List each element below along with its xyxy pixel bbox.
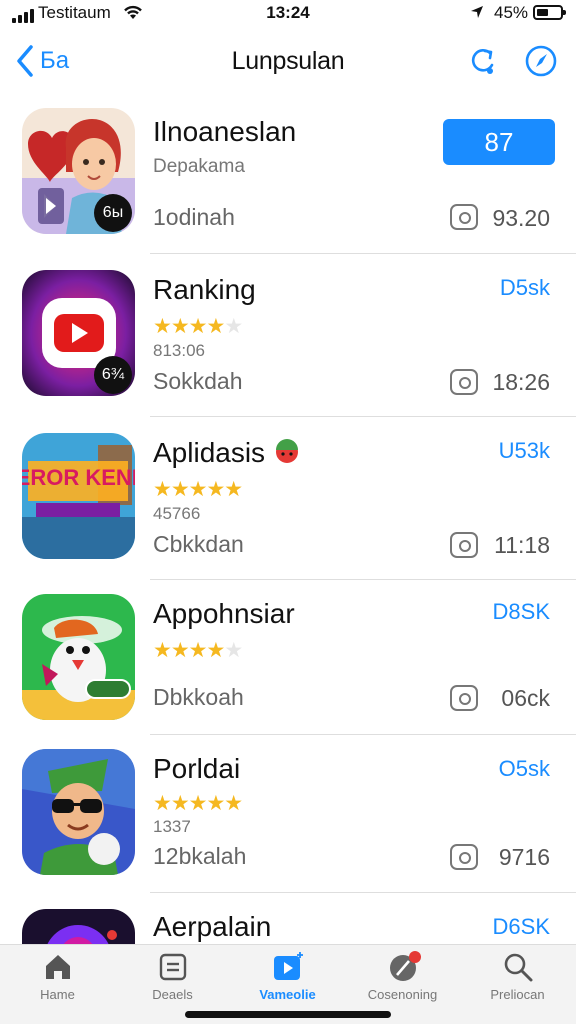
- tab-bar: Hame Deaels Vameolie Cosenoning Prelioca…: [0, 944, 576, 1024]
- app-meta: Sokkdah: [153, 368, 243, 394]
- app-size: 11:18: [494, 532, 550, 558]
- battery-icon: [533, 5, 566, 20]
- tab-videos[interactable]: Vameolie: [230, 951, 345, 1002]
- tab-label: Deaels: [152, 987, 193, 1002]
- app-title: Appohnsiar: [153, 598, 295, 629]
- navigation-bar: Ба Lunpsulan: [0, 30, 576, 94]
- star-rating: ★★★★★: [153, 315, 243, 338]
- home-icon: [45, 955, 70, 979]
- star-rating: ★★★★★: [153, 639, 243, 662]
- app-size: 93.20: [492, 205, 550, 231]
- review-count: 813:06: [153, 341, 205, 360]
- get-link[interactable]: U53k: [499, 438, 550, 464]
- game-banner-icon: FEROR KENIA: [22, 433, 135, 559]
- download-icon[interactable]: [450, 844, 478, 870]
- tab-details[interactable]: Deaels: [115, 951, 230, 1002]
- compass-icon[interactable]: [524, 44, 558, 78]
- app-row[interactable]: Aerpalain D6SK: [0, 893, 576, 944]
- location-arrow-icon: [471, 6, 483, 18]
- app-title: Aerpalain: [153, 911, 272, 942]
- star-rating: ★★★★★: [153, 478, 243, 501]
- app-size: 9716: [498, 844, 550, 870]
- app-row[interactable]: Porldai ★★★★★ 1337 12bkalah O5sk 9716: [0, 735, 576, 893]
- app-row[interactable]: 6¾ Ranking ★★★★★ 813:06 Sokkdah D5sk 18:…: [0, 254, 576, 417]
- review-count: 45766: [153, 504, 201, 523]
- app-row[interactable]: FEROR KENIA Aplidasis ★★★★★ 45766 Cbkkda…: [0, 417, 576, 580]
- tab-label: Vameolie: [259, 987, 316, 1002]
- app-meta: Dbkkoah: [153, 684, 244, 710]
- tab-cooking[interactable]: Cosenoning: [345, 951, 460, 1002]
- home-indicator: [185, 1011, 391, 1018]
- tab-label: Cosenoning: [367, 987, 438, 1002]
- app-meta: 1odinah: [153, 204, 235, 230]
- tab-search[interactable]: Preliocan: [460, 951, 575, 1002]
- tab-label: Preliocan: [490, 987, 545, 1002]
- app-title-text: Aplidasis: [153, 437, 266, 468]
- video-play-icon: 6¾: [22, 270, 135, 396]
- app-size: 18:26: [492, 369, 550, 395]
- status-bar: Testitaum 13:24 45%: [0, 0, 576, 28]
- svg-text:FEROR KENIA: FEROR KENIA: [22, 465, 135, 490]
- download-icon[interactable]: [450, 532, 478, 558]
- icon-badge: 6ы: [94, 194, 132, 232]
- star-rating: ★★★★★: [153, 792, 243, 815]
- sunglasses-character-icon: [22, 749, 135, 875]
- get-link[interactable]: D6SK: [493, 914, 550, 940]
- refresh-icon[interactable]: [466, 44, 500, 78]
- icon-badge: 6¾: [94, 356, 132, 394]
- app-title: Aplidasis: [153, 437, 301, 469]
- status-time: 13:24: [266, 3, 310, 22]
- melon-emoji-icon: [275, 439, 298, 463]
- review-count: 1337: [153, 817, 191, 836]
- app-meta: Cbkkdan: [153, 531, 244, 557]
- app-list: 6ы Ilnoaneslan Depakama 1odinah 87 93.20: [0, 96, 576, 944]
- download-icon[interactable]: [450, 685, 478, 711]
- tab-home[interactable]: Hame: [0, 951, 115, 1002]
- app-size: 06ck: [501, 685, 550, 711]
- tab-label: Hame: [40, 987, 75, 1002]
- purple-orb-icon: [22, 909, 135, 944]
- app-title: Ilnoaneslan: [153, 116, 297, 147]
- character-avatar-icon: 6ы: [22, 108, 135, 234]
- get-link[interactable]: O5sk: [499, 756, 550, 782]
- app-row[interactable]: Appohnsiar ★★★★★ Dbkkoah D8SK 06ck: [0, 580, 576, 735]
- notification-badge: [409, 951, 421, 963]
- app-meta: 12bkalah: [153, 843, 247, 869]
- get-link[interactable]: D5sk: [500, 275, 550, 301]
- play-icon: [273, 952, 303, 980]
- battery-percent: 45%: [494, 3, 529, 22]
- app-title: Ranking: [153, 274, 256, 305]
- cartoon-bird-icon: [22, 594, 135, 720]
- download-icon[interactable]: [450, 369, 478, 395]
- search-icon: [504, 953, 532, 982]
- app-row[interactable]: 6ы Ilnoaneslan Depakama 1odinah 87 93.20: [0, 96, 576, 254]
- document-icon: [159, 953, 186, 981]
- get-button[interactable]: 87: [443, 119, 555, 165]
- get-link[interactable]: D8SK: [493, 599, 550, 625]
- app-title: Porldai: [153, 753, 241, 784]
- app-subtitle: Depakama: [153, 156, 245, 177]
- download-icon[interactable]: [450, 204, 478, 230]
